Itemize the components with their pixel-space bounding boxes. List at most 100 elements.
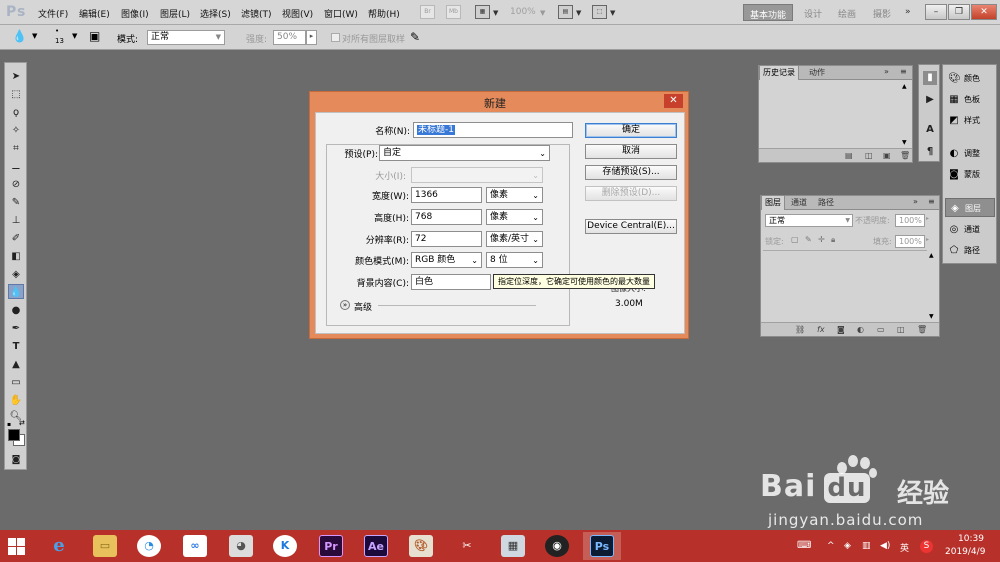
taskbar-calculator[interactable]: ▦ [494,532,532,560]
resolution-input[interactable]: 72 [411,231,482,247]
brush-size[interactable]: 13 [55,37,64,45]
dock-channels[interactable]: ◎ 通道 [945,220,995,239]
lasso-tool-icon[interactable]: ϙ [8,105,24,120]
blur-tool-icon[interactable]: 💧 [12,29,27,43]
collapse-icon[interactable]: » [913,197,918,206]
menu-edit[interactable]: 编辑(E) [79,7,110,20]
taskbar-qq[interactable]: ◉ [538,532,576,560]
name-input[interactable]: 未标题-1 [413,122,573,138]
delete-preset-button[interactable]: 删除预设(D)... [585,186,677,201]
collapse-icon[interactable]: » [884,67,889,76]
dock-adjustments[interactable]: ◐ 调整 [945,144,995,163]
network-icon[interactable]: ▥ [862,541,871,551]
ok-button[interactable]: 确定 [585,123,677,138]
background-select[interactable]: 白色 [411,274,491,290]
input-method-indicator[interactable]: 英 [900,541,909,554]
menu-layer[interactable]: 图层(L) [160,7,190,20]
actions-panel-icon[interactable]: ▶ [923,93,937,107]
screen-mode-icon[interactable]: ⬚ [592,5,607,19]
default-colors-icon[interactable]: ▪ [7,421,11,428]
dock-layers[interactable]: ◈ 图层 [945,198,995,217]
strength-input[interactable]: 50% [273,30,306,45]
chevron-down-icon[interactable]: ▼ [32,32,37,40]
taskbar-ie[interactable]: e [40,532,78,560]
expand-advanced-icon[interactable]: » [340,300,350,310]
sample-all-checkbox[interactable] [331,33,340,42]
blend-mode-select[interactable]: 正常 ▼ [765,214,853,227]
type-tool-icon[interactable]: T [8,339,24,354]
width-unit-select[interactable]: 像素 ⌄ [486,187,543,203]
workspace-design[interactable]: 设计 [804,7,822,20]
panel-menu-icon[interactable]: ≡ [900,67,907,76]
menu-view[interactable]: 视图(V) [282,7,313,20]
dock-masks[interactable]: ◙ 蒙版 [945,165,995,184]
lock-transparency-icon[interactable]: ▢ [791,235,799,244]
resolution-unit-select[interactable]: 像素/英寸 ⌄ [486,231,543,247]
chevron-right-icon[interactable]: ▸ [926,236,929,243]
shape-tool-icon[interactable]: ▭ [8,375,24,390]
history-panel-icon[interactable]: ▮ [923,71,937,85]
tab-channels[interactable]: 通道 [788,196,810,210]
menu-image[interactable]: 图像(I) [121,7,149,20]
lock-position-icon[interactable]: ✛ [818,235,825,244]
save-preset-button[interactable]: 存储预设(S)... [585,165,677,180]
menu-help[interactable]: 帮助(H) [368,7,400,20]
scroll-down-icon[interactable]: ▼ [902,139,907,146]
minibridge-icon[interactable]: Mb [446,5,461,19]
dialog-close-button[interactable]: ✕ [664,94,683,108]
layer-style-icon[interactable]: fx [817,325,825,334]
add-mask-icon[interactable]: ◙ [837,325,845,334]
path-select-tool-icon[interactable]: ▲ [8,357,24,372]
chevron-right-icon[interactable]: ▸ [926,215,929,222]
fill-input[interactable]: 100% [895,235,925,248]
quick-mask-icon[interactable]: ◙ [8,453,24,468]
arrange-documents-icon[interactable]: ▤ [558,5,573,19]
keyboard-icon[interactable]: ⌨ [797,540,811,551]
zoom-level[interactable]: 100% [510,7,536,17]
clock-date[interactable]: 2019/4/9 [945,547,985,557]
bit-depth-select[interactable]: 8 位 ⌄ [486,252,543,268]
preset-select[interactable]: 自定 ⌄ [379,145,550,161]
show-hidden-icons-icon[interactable]: ^ [827,541,835,551]
taskbar-premiere[interactable]: Pr [312,532,350,560]
lock-pixels-icon[interactable]: ✎ [805,235,812,244]
minimize-button[interactable]: – [925,4,947,20]
character-panel-icon[interactable]: A [923,123,937,137]
tab-layers[interactable]: 图层 [761,196,785,210]
opacity-input[interactable]: 100% [895,214,925,227]
cancel-button[interactable]: 取消 [585,144,677,159]
clone-stamp-tool-icon[interactable]: ⊥ [8,213,24,228]
new-snapshot-icon[interactable]: ◫ [865,151,873,160]
pen-tool-icon[interactable]: ✒ [8,321,24,336]
eyedropper-tool-icon[interactable]: ⚊ [8,159,24,174]
taskbar-after-effects[interactable]: Ae [357,532,395,560]
security-icon[interactable]: ◈ [844,541,851,551]
bridge-icon[interactable]: Br [420,5,435,19]
eraser-tool-icon[interactable]: ◧ [8,249,24,264]
dodge-tool-icon[interactable]: ● [8,303,24,318]
scroll-up-icon[interactable]: ▲ [902,83,907,90]
menu-filter[interactable]: 滤镜(T) [241,7,272,20]
new-group-icon[interactable]: ▭ [877,325,885,334]
paragraph-panel-icon[interactable]: ¶ [923,145,937,159]
taskbar-browser[interactable]: ◔ [130,532,168,560]
dock-color[interactable]: 🎨︎ 颜色 [945,69,995,88]
menu-window[interactable]: 窗口(W) [324,7,358,20]
chevron-right-icon[interactable]: ▸ [306,30,317,45]
workspace-more[interactable]: » [905,7,911,17]
start-button[interactable] [8,538,26,555]
height-unit-select[interactable]: 像素 ⌄ [486,209,543,225]
link-layers-icon[interactable]: ⛓ [795,325,805,334]
scrollbar[interactable]: ▲ ▼ [902,83,910,146]
new-document-icon[interactable]: ▣ [883,151,891,160]
menu-file[interactable]: 文件(F) [38,7,68,20]
trash-icon[interactable]: 🗑︎ [900,151,910,160]
chevron-down-icon[interactable]: ▼ [610,9,615,17]
dock-swatches[interactable]: ▦ 色板 [945,90,995,109]
paint-bucket-tool-icon[interactable]: ◈ [8,267,24,282]
taskbar-explorer[interactable]: ▭ [86,532,124,560]
healing-brush-tool-icon[interactable]: ⊘ [8,177,24,192]
quick-select-tool-icon[interactable]: ✧ [8,123,24,138]
chevron-down-icon[interactable]: ▼ [540,9,545,17]
restore-button[interactable]: ❐ [948,4,970,20]
